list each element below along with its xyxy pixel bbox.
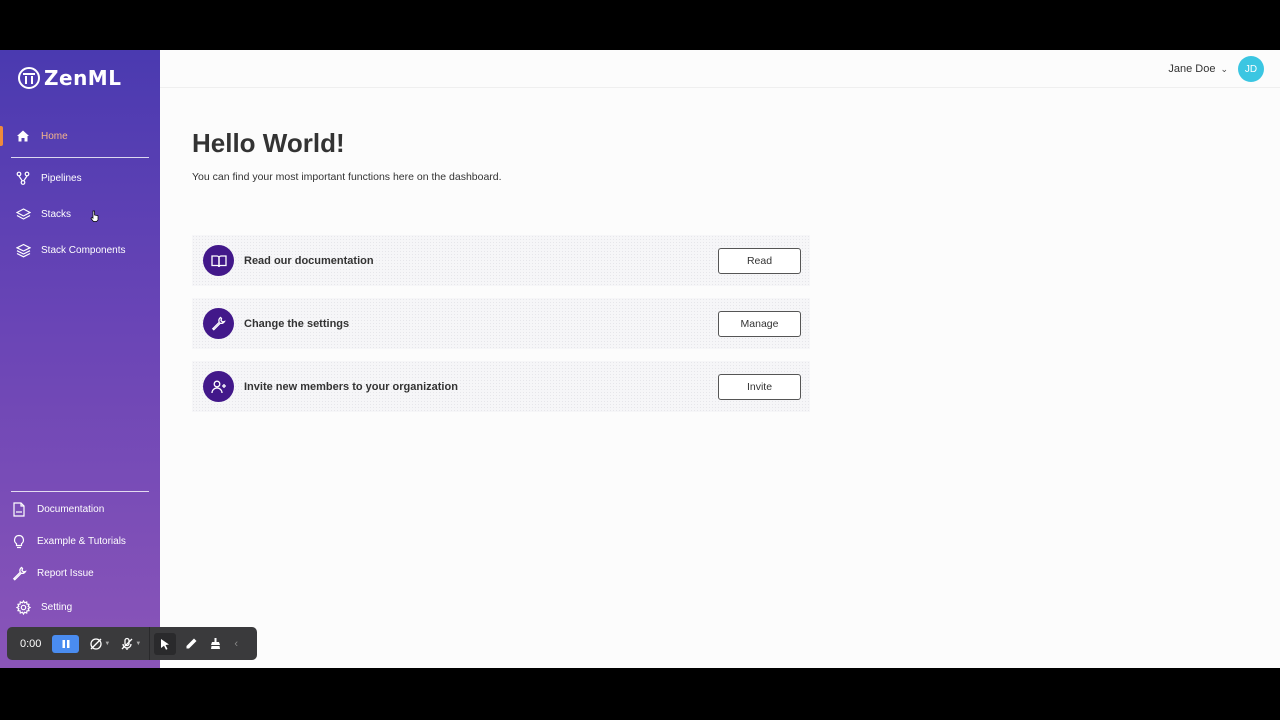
recorder-time: 0:00	[20, 637, 42, 650]
camera-off-icon	[90, 637, 103, 650]
wrench-icon	[11, 565, 27, 581]
card-label: Read our documentation	[244, 254, 374, 267]
card-label: Change the settings	[244, 317, 350, 330]
card-documentation: Read our documentation Read	[192, 235, 810, 286]
pen-icon	[186, 638, 197, 649]
chevron-down-icon: ⌄	[1220, 63, 1228, 74]
pointer-tool-button[interactable]	[154, 632, 177, 655]
collapse-toolbar-icon[interactable]: ‹	[234, 638, 238, 650]
avatar[interactable]: JD	[1238, 56, 1264, 82]
sidebar-item-pipelines[interactable]: Pipelines	[0, 164, 160, 192]
invite-button[interactable]: Invite	[718, 373, 801, 400]
stack-icon	[15, 206, 31, 222]
sidebar-item-label: Home	[41, 130, 68, 142]
sidebar-item-stack-components[interactable]: Stack Components	[0, 236, 160, 264]
sidebar-item-label: Documentation	[37, 503, 105, 515]
read-button[interactable]: Read	[718, 247, 801, 274]
page-subtitle: You can find your most important functio…	[192, 171, 502, 183]
pen-tool-button[interactable]	[180, 633, 202, 655]
wrench-icon	[203, 308, 234, 339]
pipeline-icon	[15, 170, 31, 186]
page-title: Hello World!	[192, 128, 345, 158]
pointer-cursor-icon	[90, 210, 99, 222]
card-settings: Change the settings Manage	[192, 298, 810, 349]
sidebar-item-label: Report Issue	[37, 567, 94, 579]
eraser-icon	[210, 638, 220, 649]
manage-button[interactable]: Manage	[718, 310, 801, 337]
sidebar-item-label: Stacks	[41, 208, 72, 220]
user-menu[interactable]: Jane Doe ⌄ JD	[1168, 56, 1264, 82]
user-add-icon	[203, 371, 234, 402]
pause-button[interactable]	[52, 634, 80, 653]
sidebar-divider	[11, 491, 149, 492]
app-name: ZenML	[44, 66, 122, 90]
sidebar-item-label: Example & Tutorials	[37, 535, 126, 547]
zenml-logo-icon	[18, 67, 40, 89]
sidebar-item-report-issue[interactable]: Report Issue	[0, 559, 160, 587]
sidebar-item-label: Setting	[41, 601, 73, 613]
layers-icon	[15, 242, 31, 258]
chevron-down-icon[interactable]: ▼	[135, 641, 141, 647]
document-icon	[11, 501, 27, 517]
sidebar-item-documentation[interactable]: Documentation	[0, 495, 160, 523]
home-icon	[15, 128, 31, 144]
sidebar-item-label: Stack Components	[41, 244, 126, 256]
gear-icon	[15, 599, 31, 615]
card-invite: Invite new members to your organization …	[192, 361, 810, 412]
top-bar: Jane Doe ⌄ JD	[160, 50, 1280, 88]
sidebar-divider	[11, 157, 149, 158]
lightbulb-icon	[11, 533, 27, 549]
pointer-icon	[161, 638, 170, 650]
chevron-down-icon[interactable]: ▼	[104, 641, 110, 647]
sidebar-item-label: Pipelines	[41, 172, 82, 184]
sidebar-item-stacks[interactable]: Stacks	[0, 200, 160, 228]
sidebar-item-home[interactable]: Home	[0, 122, 160, 150]
eraser-tool-button[interactable]	[204, 633, 226, 655]
sidebar-item-setting[interactable]: Setting	[0, 593, 160, 621]
sidebar: ZenML Home Pipelines Stacks Stack Compon…	[0, 50, 160, 668]
card-label: Invite new members to your organization	[244, 380, 458, 393]
sidebar-item-examples[interactable]: Example & Tutorials	[0, 527, 160, 555]
toolbar-divider	[149, 627, 151, 660]
mic-off-icon	[121, 637, 133, 650]
recorder-toolbar: 0:00 ▼ ▼ ‹	[7, 627, 257, 660]
logo[interactable]: ZenML	[18, 66, 121, 90]
user-name: Jane Doe	[1168, 63, 1216, 75]
app-window: ZenML Home Pipelines Stacks Stack Compon…	[0, 50, 1280, 668]
book-icon	[203, 245, 234, 276]
